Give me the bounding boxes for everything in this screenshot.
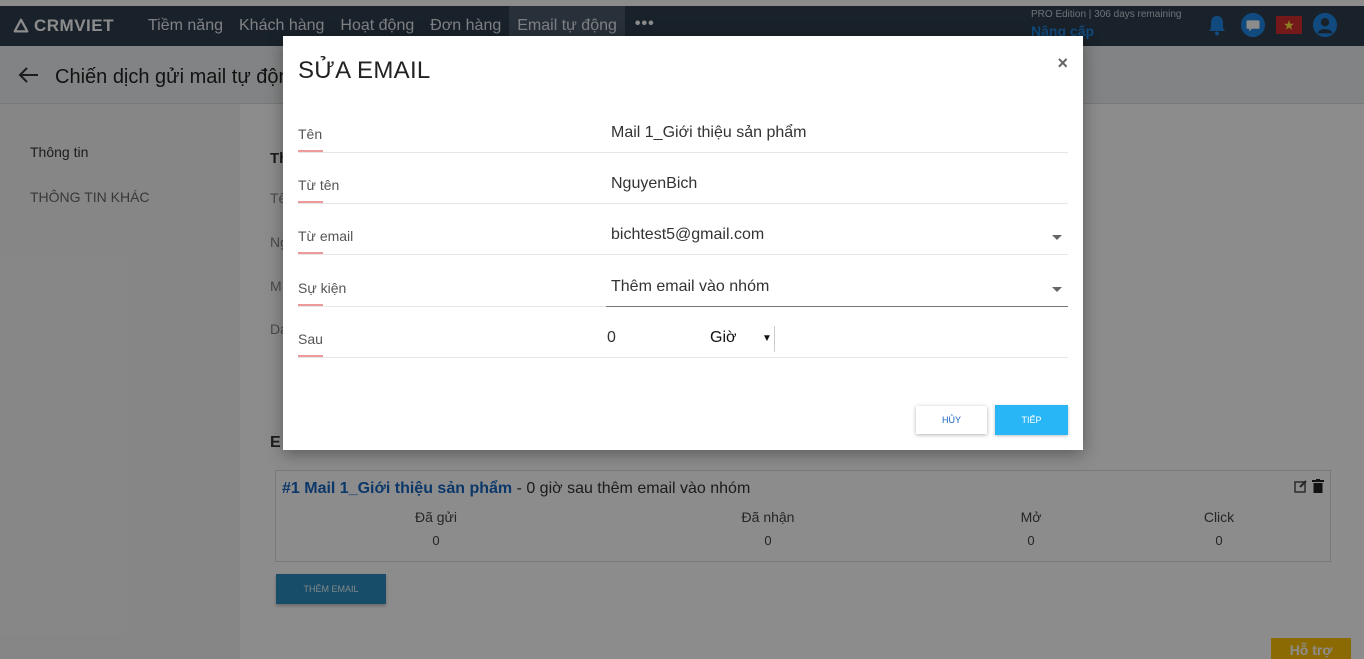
from-email-field: Từ email bichtest5@gmail.com bbox=[298, 213, 1068, 255]
event-select-underline bbox=[606, 306, 1068, 307]
edit-email-dialog: SỬA EMAIL × Tên Mail 1_Giới thiệu sản ph… bbox=[283, 36, 1083, 450]
from-email-label: Từ email bbox=[298, 228, 353, 254]
from-name-label: Từ tên bbox=[298, 177, 339, 203]
close-icon[interactable]: × bbox=[1057, 53, 1068, 74]
cancel-button[interactable]: HỦY bbox=[916, 406, 987, 434]
event-select[interactable]: Thêm email vào nhóm bbox=[611, 278, 769, 296]
after-number-input[interactable]: 0 bbox=[607, 329, 616, 347]
chevron-down-icon[interactable] bbox=[1052, 287, 1062, 292]
after-unit-select[interactable]: Giờ bbox=[710, 329, 737, 347]
next-button[interactable]: TIẾP bbox=[995, 405, 1068, 435]
after-field: Sau 0 Giờ ▼ bbox=[298, 316, 1068, 358]
from-name-input[interactable]: NguyenBich bbox=[611, 175, 697, 193]
name-label: Tên bbox=[298, 126, 324, 152]
event-field: Sự kiện Thêm email vào nhóm bbox=[298, 265, 1068, 307]
event-label: Sự kiện bbox=[298, 280, 346, 306]
name-field: Tên Mail 1_Giới thiệu sản phẩm bbox=[298, 111, 1068, 153]
from-email-select[interactable]: bichtest5@gmail.com bbox=[611, 226, 764, 244]
from-name-field: Từ tên NguyenBich bbox=[298, 162, 1068, 204]
divider bbox=[774, 326, 775, 352]
after-label: Sau bbox=[298, 331, 323, 357]
dialog-title: SỬA EMAIL bbox=[298, 57, 431, 84]
chevron-down-icon[interactable] bbox=[1052, 235, 1062, 240]
name-input[interactable]: Mail 1_Giới thiệu sản phẩm bbox=[611, 124, 806, 142]
caret-down-icon[interactable]: ▼ bbox=[762, 333, 772, 344]
